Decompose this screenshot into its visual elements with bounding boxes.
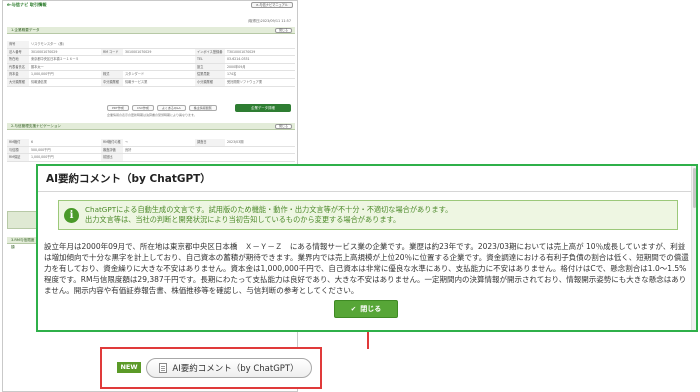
table-value-cell: 2000年09月 (227, 64, 246, 69)
table-label-cell: 法人番号 (7, 48, 29, 56)
section-credit-navigation: 2.与信管理支援ナビゲーション 閉じる (7, 123, 295, 130)
table-row: 与信額 500,000千円 審査評価 良好 (7, 146, 295, 155)
table-value-cell: 情報サービス業 (125, 79, 148, 84)
table-value-cell (195, 147, 225, 154)
table-value-cell: 3010001070029 (31, 49, 58, 54)
table-value-cell: スタンダード (125, 72, 145, 77)
table-label-cell: 資本金 (7, 71, 29, 78)
credit-navigation-table: RM格付6 RM格付の推移→ 調査日2023/03期与信額500,000千円 審査評価… (7, 139, 295, 162)
table-value-cell: 3010001070029 (125, 49, 152, 54)
table-value-cell: 174名 (227, 72, 237, 77)
summary-body: 設立年月は2000年09月で、所在地は東京都中央区日本橋 Ｘ－Ｙ－Ｚ にある情報… (44, 242, 689, 295)
table-value-cell: → (125, 140, 128, 144)
table-value-cell: 6 (31, 140, 34, 144)
table-value-cell (123, 56, 195, 63)
close-button-label: 閉じる (360, 305, 382, 313)
action-chip[interactable]: 株主情報閲覧 (188, 105, 217, 111)
table-row: 資本金 1,000,000千円 株式 スタンダード 従業員数 174名 (7, 71, 295, 79)
popup-title: AI要約コメント（by ChatGPT） (46, 173, 211, 185)
table-row: 商号 リスクモンスター（株） (7, 41, 295, 49)
scrollbar-thumb[interactable] (693, 168, 696, 208)
table-label-cell: RM格付の推移 (101, 139, 123, 151)
table-label-cell: 審査評価 (101, 146, 123, 154)
document-icon (159, 363, 168, 373)
table-label-cell: TEL (195, 56, 225, 63)
close-button[interactable]: ✔ 閉じる (334, 300, 398, 318)
table-value-cell (225, 154, 295, 161)
popup-header: AI要約コメント（by ChatGPT） (38, 166, 696, 192)
panel-topbar: e-与信ナビ 取引情報 e-与信ナビマニュアル (3, 1, 297, 9)
table-value-cell: 1,000,000千円 (31, 72, 54, 77)
collapse-button[interactable]: 閉じる (274, 124, 292, 129)
notice-line-2: 出力文言等は、当社の判断と開発状況により当初告知しているものから変更する場合があ… (85, 215, 401, 224)
table-label-cell: 従業員数 (195, 71, 225, 78)
table-value-cell: 03-6214-0331 (227, 57, 250, 62)
table-value-cell: 良好 (125, 147, 132, 152)
table-value-cell (225, 147, 295, 154)
table-label-cell: 調査日 (195, 139, 225, 146)
table-row: RM保証 1,000,000千円 前回比 (7, 154, 295, 162)
section-label: 3.RM与信限度額 (11, 238, 35, 249)
info-icon: i (64, 208, 79, 223)
table-label-cell: 株式 (101, 71, 123, 78)
table-label-cell: 商号 (7, 41, 29, 48)
table-label-cell: 代表者氏名 (7, 63, 29, 71)
table-value-cell (195, 154, 225, 161)
table-row: 法人番号 3010001070029 RM コード 3010001070029 インボイ… (7, 48, 295, 61)
table-value-cell: 受託開発ソフトウェア業 (227, 79, 263, 84)
table-row: 大分類業種 情報通信業 中分類業種 情報サービス業 小分類業種 受託開発ソフトウェア業 (7, 78, 295, 87)
collapse-button[interactable]: 閉じる (274, 28, 292, 33)
table-value-cell: 情報通信業 (31, 79, 47, 84)
ai-summary-popup: AI要約コメント（by ChatGPT） i ChatGPTによる自動生成の文言… (36, 164, 698, 332)
table-label-cell: RM格付 (7, 139, 29, 146)
table-value-cell (123, 154, 195, 161)
table-value-cell: T3010001070029 (227, 49, 256, 54)
table-value-cell (101, 64, 123, 71)
table-value-cell: 藤本太一 (31, 64, 44, 69)
action-chip[interactable]: よくあるQ&A (156, 105, 186, 111)
update-note: 企業情報の表示の更新時期は決算書の受領時期により異なります。 (107, 113, 197, 117)
section-label: 2.与信管理支援ナビゲーション (11, 124, 62, 128)
ai-summary-button-label: AI要約コメント（by ChatGPT） (172, 364, 299, 374)
table-row: RM格付6 RM格付の推移→ 調査日2023/03期 (7, 139, 295, 151)
table-label-cell: 小分類業種 (195, 78, 225, 86)
trial-notice: i ChatGPTによる自動生成の文言です。試用版のため機能・動作・出力文言等が… (58, 200, 678, 230)
table-label-cell: 所在地 (7, 56, 29, 63)
table-value-cell (101, 56, 123, 63)
check-icon: ✔ (350, 305, 357, 313)
section-company-overview: 1.企業概要データ 閉じる (7, 27, 295, 34)
table-label-cell: RM保証 (7, 154, 29, 161)
ai-summary-button[interactable]: AI要約コメント（by ChatGPT） (146, 358, 312, 378)
table-label-cell: 与信額 (7, 146, 29, 154)
new-badge: NEW (117, 362, 141, 373)
company-overview-table: 商号 リスクモンスター（株） 法人番号 3010001070029 RM コード 3010… (7, 41, 295, 87)
table-label-cell: インボイス登録番号 (195, 48, 225, 61)
table-value-cell: 1,000,000千円 (31, 155, 54, 160)
section-credit-limit: 3.RM与信限度額 (7, 237, 37, 249)
action-chips: PDF作成 CSV作成 よくあるQ&A 株主情報閲覧 (107, 105, 217, 111)
notice-text: ChatGPTによる自動生成の文言です。試用版のため機能・動作・出力文言等が不十… (85, 205, 452, 225)
table-value-cell: 500,000千円 (31, 147, 51, 152)
table-row: 代表者氏名 藤本太一 設立 2000年09月 (7, 63, 295, 72)
notice-line-1: ChatGPTによる自動生成の文言です。試用版のため機能・動作・出力文言等が不十… (85, 205, 453, 214)
retrieved-date: (取得日)2023/09/11 11:57 (247, 19, 291, 23)
table-label-cell: 設立 (195, 63, 225, 71)
panel-title: e-与信ナビ 取引情報 (7, 2, 47, 7)
manual-button[interactable]: e-与信ナビマニュアル (251, 2, 293, 8)
table-row: 所在地 東京都中央区日本橋２ー１６ー５ TEL 03-6214-0331 (7, 56, 295, 64)
table-label-cell: 大分類業種 (7, 78, 29, 86)
table-label-cell: RM コード (101, 48, 123, 56)
table-value-cell: 東京都中央区日本橋２ー１６ー５ (31, 57, 79, 62)
table-value-cell: 2023/03期 (227, 140, 244, 144)
section-label: 1.企業概要データ (11, 28, 40, 32)
table-value-cell: リスクモンスター（株） (31, 42, 66, 46)
table-label-cell: 前回比 (101, 154, 123, 161)
action-chip[interactable]: CSV作成 (131, 105, 154, 111)
table-value-cell (123, 64, 195, 71)
callout-connector (367, 332, 369, 349)
action-chip[interactable]: PDF作成 (107, 105, 129, 111)
table-label-cell: 中分類業種 (101, 78, 123, 86)
company-detail-button[interactable]: 企業データ詳細 (235, 104, 291, 112)
